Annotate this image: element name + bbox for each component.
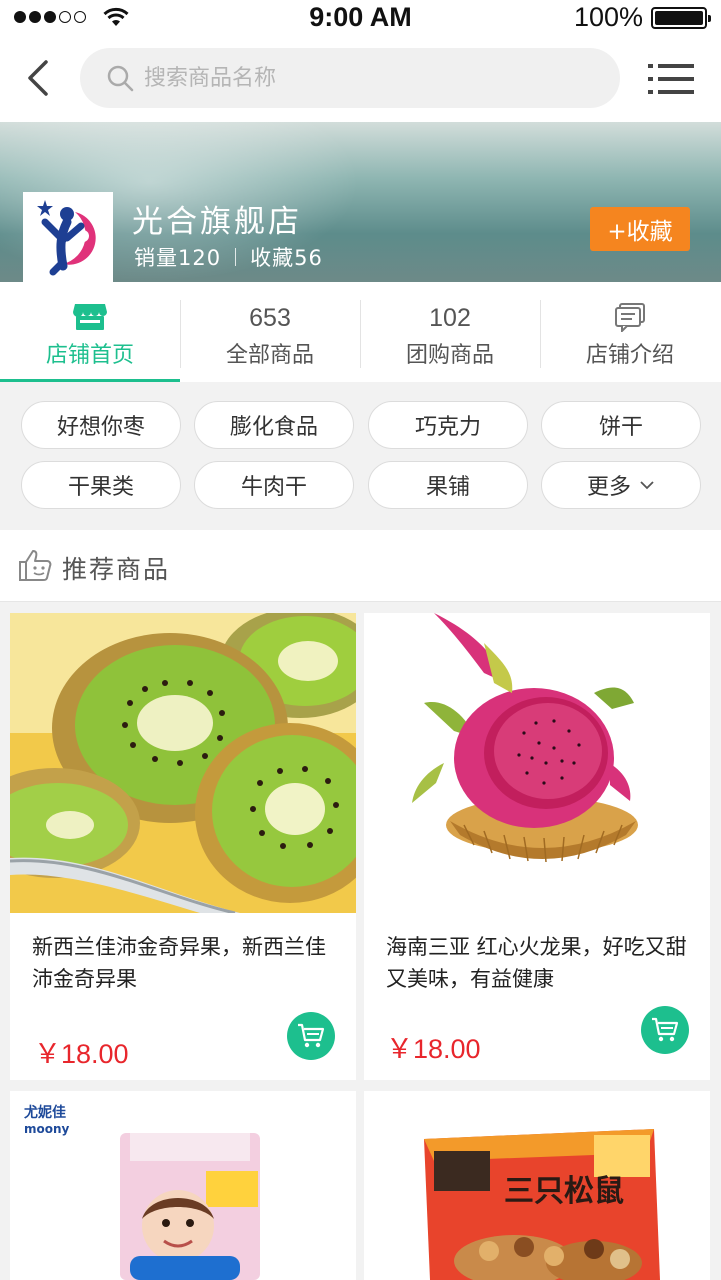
thumbs-up-icon xyxy=(19,550,52,581)
store-name: 光合旗舰店 xyxy=(132,204,302,240)
cart-icon xyxy=(652,1017,679,1042)
brand-cn-label: 尤妮佳 xyxy=(24,1104,66,1121)
battery-percent: 100% xyxy=(573,2,643,32)
product-card[interactable]: 新西兰佳沛金奇异果，新西兰佳沛金奇异果 ￥18.00 xyxy=(10,613,356,1080)
category-chip[interactable]: 牛肉干 xyxy=(194,461,354,509)
category-chip[interactable]: 膨化食品 xyxy=(194,401,354,449)
product-image-dragon-fruit xyxy=(364,613,710,913)
store-stats: 销量120 收藏56 xyxy=(134,242,323,272)
store-icon xyxy=(73,304,107,330)
message-icon xyxy=(615,303,645,332)
tab-label: 店铺介绍 xyxy=(585,343,674,368)
store-banner: 光合旗舰店 销量120 收藏56 +收藏 xyxy=(0,122,721,282)
brand-en-label: moony xyxy=(24,1122,70,1136)
chevron-down-icon xyxy=(640,481,654,490)
nav-bar xyxy=(0,36,721,122)
search-bar[interactable] xyxy=(80,48,620,108)
product-title: 新西兰佳沛金奇异果，新西兰佳沛金奇异果 xyxy=(32,935,326,991)
product-title: 海南三亚 红心火龙果，好吃又甜又美味，有益健康 xyxy=(386,935,687,991)
category-chip[interactable]: 干果类 xyxy=(21,461,181,509)
tab-count: 102 xyxy=(429,304,471,332)
store-sales: 销量120 xyxy=(134,246,222,270)
product-image-kiwi xyxy=(10,613,356,913)
favorite-store-button[interactable]: +收藏 xyxy=(590,207,690,251)
recommend-header: 推荐商品 xyxy=(0,530,721,602)
store-tabs: 店铺首页 653 全部商品 102 团购商品 店铺介绍 xyxy=(0,282,721,382)
product-image-diapers: 尤妮佳 moony xyxy=(10,1091,356,1280)
category-chip[interactable]: 好想你枣 xyxy=(21,401,181,449)
add-to-cart-button[interactable] xyxy=(641,1006,689,1054)
stats-divider xyxy=(235,248,237,266)
cart-icon xyxy=(298,1023,325,1048)
status-bar: 9:00 AM 100% xyxy=(0,0,721,36)
tab-store-home[interactable]: 店铺首页 xyxy=(0,282,180,382)
brand-box-label: 三只松鼠 xyxy=(504,1174,624,1209)
tab-label: 店铺首页 xyxy=(45,343,134,368)
search-icon xyxy=(107,65,134,92)
category-chip[interactable]: 果铺 xyxy=(368,461,528,509)
tab-label: 全部商品 xyxy=(225,343,314,368)
search-input[interactable] xyxy=(144,65,584,91)
battery-icon xyxy=(651,7,711,29)
product-card[interactable]: 尤妮佳 moony xyxy=(10,1091,356,1280)
tab-count: 653 xyxy=(249,304,291,332)
tab-store-intro[interactable]: 店铺介绍 xyxy=(540,282,720,382)
category-chip[interactable]: 饼干 xyxy=(541,401,701,449)
product-image-snack-box: 三只松鼠 xyxy=(364,1091,710,1280)
add-to-cart-button[interactable] xyxy=(287,1012,335,1060)
category-chips: 好想你枣 膨化食品 巧克力 饼干 干果类 牛肉干 果铺 更多 xyxy=(0,382,721,530)
more-label: 更多 xyxy=(586,475,631,500)
tab-group-buy[interactable]: 102 团购商品 xyxy=(360,282,540,382)
category-chip[interactable]: 巧克力 xyxy=(368,401,528,449)
list-menu-icon[interactable] xyxy=(648,60,694,98)
store-favorites: 收藏56 xyxy=(250,246,323,270)
recommend-title: 推荐商品 xyxy=(62,555,171,584)
product-price: ￥18.00 xyxy=(386,1034,481,1064)
product-card[interactable]: 海南三亚 红心火龙果，好吃又甜又美味，有益健康 ￥18.00 xyxy=(364,613,710,1080)
store-logo xyxy=(23,192,113,282)
more-categories-button[interactable]: 更多 xyxy=(541,461,701,509)
tab-label: 团购商品 xyxy=(405,343,494,368)
product-price: ￥18.00 xyxy=(34,1039,129,1069)
tab-all-products[interactable]: 653 全部商品 xyxy=(180,282,360,382)
back-arrow-icon[interactable] xyxy=(16,54,60,102)
product-card[interactable]: 三只松鼠 xyxy=(364,1091,710,1280)
